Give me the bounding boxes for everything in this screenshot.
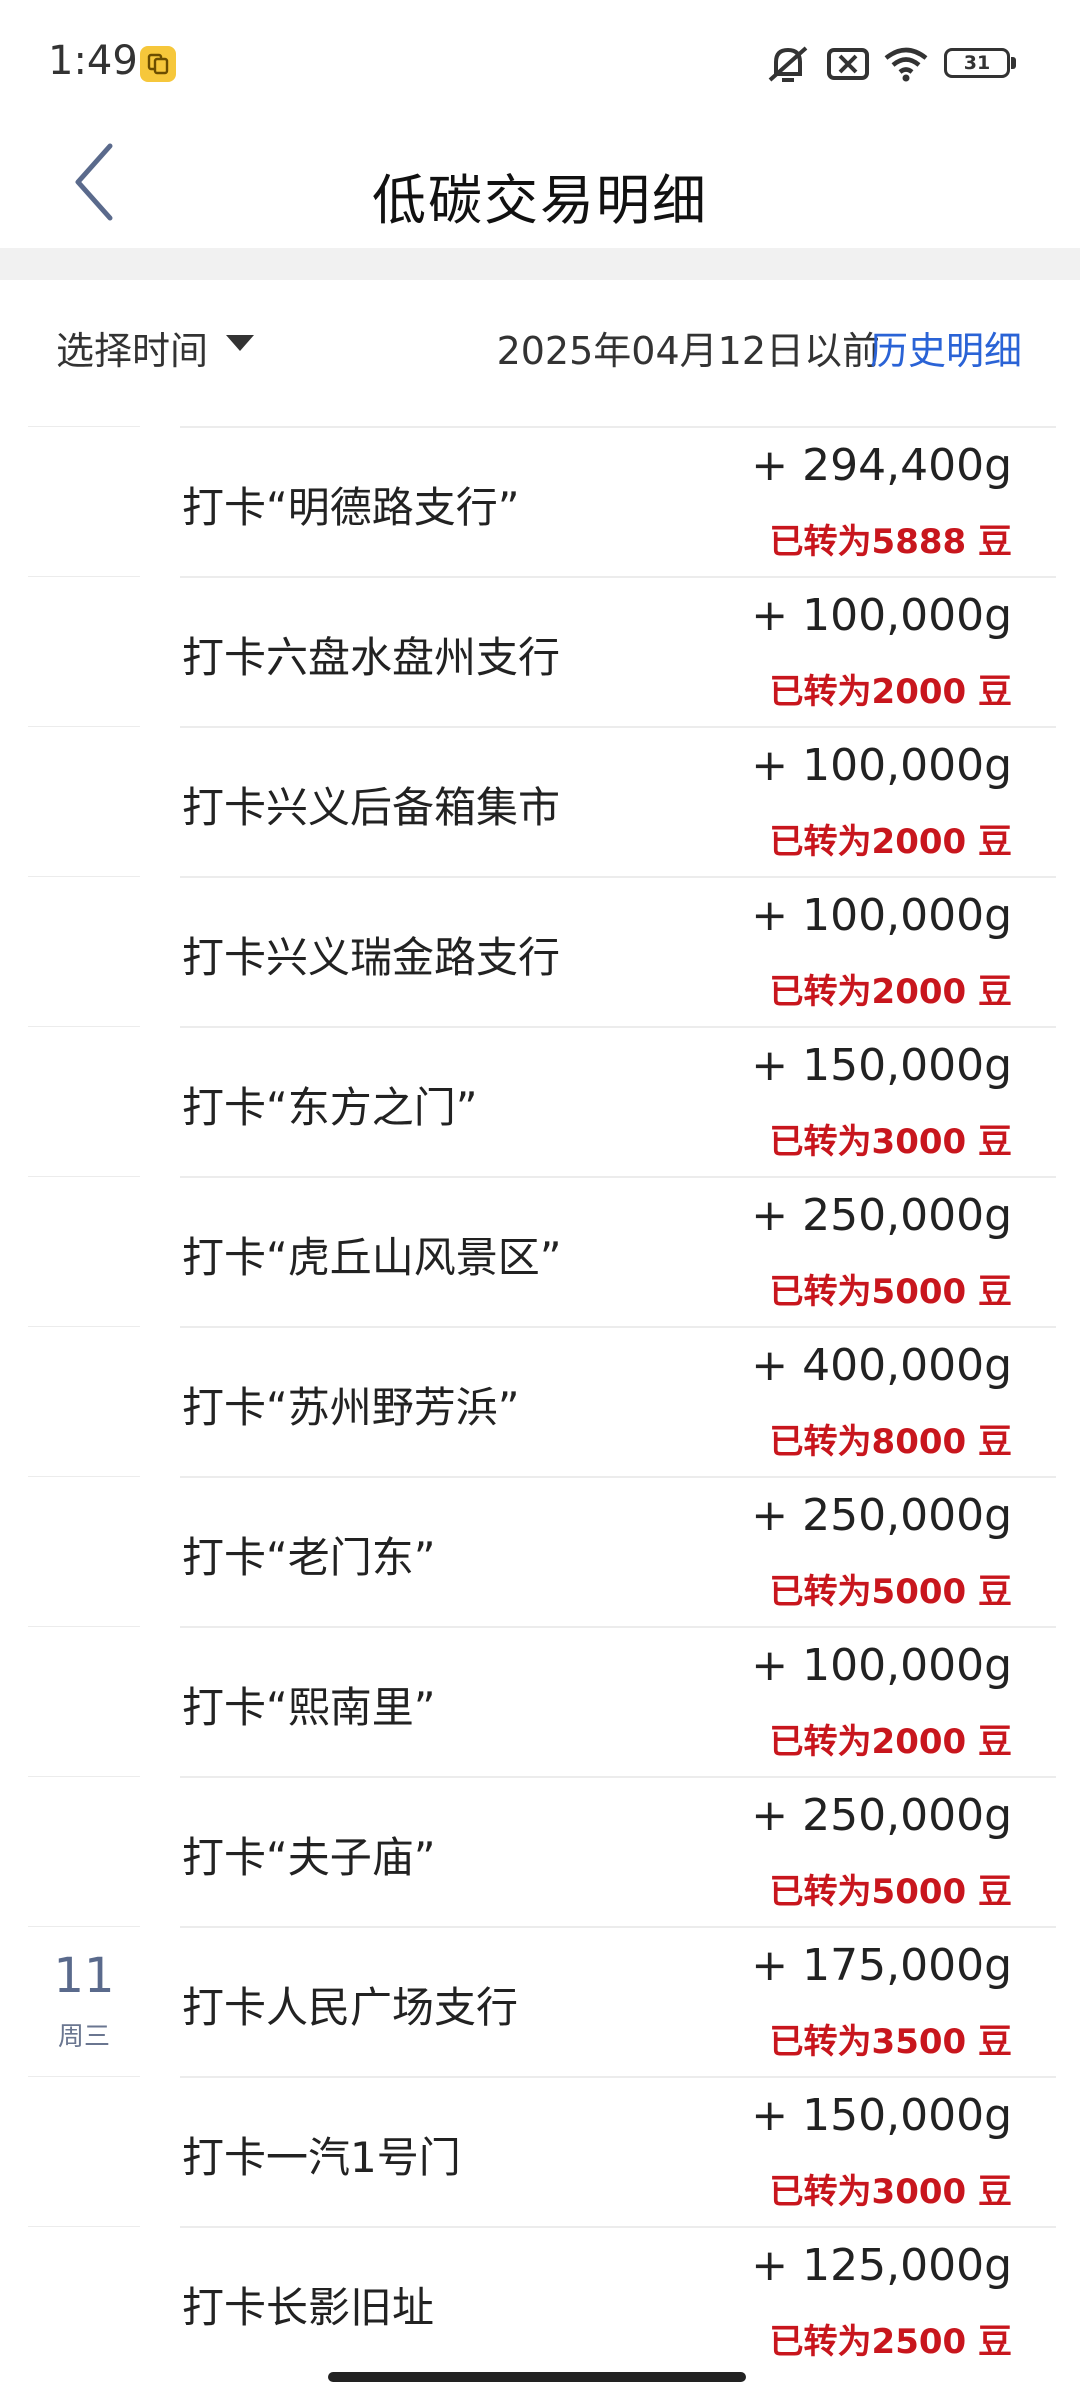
transaction-bean-status: 已转为5000 豆 xyxy=(769,1272,1012,1312)
transaction-bean-status: 已转为3500 豆 xyxy=(769,2022,1012,2062)
transaction-name: 打卡人民广场支行 xyxy=(182,1983,519,2032)
header-divider xyxy=(0,248,1080,280)
row-left-divider xyxy=(28,2076,140,2077)
transaction-name: 打卡一汽1号门 xyxy=(182,2133,461,2182)
row-left-divider xyxy=(28,726,140,727)
row-divider xyxy=(180,1626,1056,1628)
transaction-amount: + 175,000g xyxy=(751,1940,1012,1991)
caret-down-icon[interactable] xyxy=(226,335,254,351)
row-divider xyxy=(180,1776,1056,1778)
wifi-icon xyxy=(884,47,928,82)
transaction-row[interactable]: 打卡长影旧址 + 125,000g 已转为2500 豆 xyxy=(0,2226,1080,2376)
app-header: 低碳交易明细 xyxy=(0,130,1080,248)
mute-icon xyxy=(768,46,808,82)
transaction-row[interactable]: 打卡“夫子庙” + 250,000g 已转为5000 豆 xyxy=(0,1776,1080,1926)
transaction-name: 打卡“夫子庙” xyxy=(182,1833,436,1882)
date-range-text: 2025年04月12日以前 xyxy=(496,329,880,373)
transaction-row[interactable]: 打卡六盘水盘州支行 + 100,000g 已转为2000 豆 xyxy=(0,576,1080,726)
row-divider xyxy=(180,1926,1056,1928)
row-divider xyxy=(180,1176,1056,1178)
row-divider xyxy=(180,426,1056,428)
transaction-bean-status: 已转为5888 豆 xyxy=(769,522,1012,562)
row-left-divider xyxy=(28,576,140,577)
transaction-amount: + 294,400g xyxy=(751,440,1012,491)
row-left-divider xyxy=(28,876,140,877)
transaction-amount: + 250,000g xyxy=(751,1490,1012,1541)
transaction-bean-status: 已转为3000 豆 xyxy=(769,2172,1012,2212)
history-detail-link[interactable]: 历史明细 xyxy=(870,320,1022,375)
row-divider xyxy=(180,1326,1056,1328)
row-left-divider xyxy=(28,1476,140,1477)
battery-tip xyxy=(1011,57,1016,69)
transaction-name: 打卡兴义瑞金路支行 xyxy=(182,933,561,982)
transaction-name: 打卡兴义后备箱集市 xyxy=(182,783,561,832)
battery-icon: 31 xyxy=(944,48,1010,78)
transaction-name: 打卡六盘水盘州支行 xyxy=(182,633,561,682)
home-indicator[interactable] xyxy=(328,2372,746,2382)
transaction-bean-status: 已转为2000 豆 xyxy=(769,1722,1012,1762)
row-divider xyxy=(180,726,1056,728)
transaction-amount: + 250,000g xyxy=(751,1790,1012,1841)
transaction-name: 打卡“苏州野芳浜” xyxy=(182,1383,520,1432)
transaction-amount: + 100,000g xyxy=(751,1640,1012,1691)
row-left-divider xyxy=(28,1026,140,1027)
row-divider xyxy=(180,576,1056,578)
transaction-row[interactable]: 打卡兴义后备箱集市 + 100,000g 已转为2000 豆 xyxy=(0,726,1080,876)
transaction-bean-status: 已转为3000 豆 xyxy=(769,1122,1012,1162)
transaction-amount: + 150,000g xyxy=(751,1040,1012,1091)
transaction-amount: + 125,000g xyxy=(751,2240,1012,2291)
transaction-amount: + 150,000g xyxy=(751,2090,1012,2141)
row-divider xyxy=(180,1476,1056,1478)
transaction-amount: + 250,000g xyxy=(751,1190,1012,1241)
row-left-divider xyxy=(28,1626,140,1627)
no-sim-icon xyxy=(827,48,869,80)
date-day-number: 11 xyxy=(53,1948,115,2004)
transaction-amount: + 400,000g xyxy=(751,1340,1012,1391)
transaction-name: 打卡“虎丘山风景区” xyxy=(182,1233,562,1282)
transaction-bean-status: 已转为5000 豆 xyxy=(769,1572,1012,1612)
status-bar: 1:49 31 xyxy=(0,0,1080,130)
row-left-divider xyxy=(28,2226,140,2227)
transaction-row[interactable]: 打卡“虎丘山风景区” + 250,000g 已转为5000 豆 xyxy=(0,1176,1080,1326)
transaction-bean-status: 已转为2000 豆 xyxy=(769,672,1012,712)
transaction-name: 打卡“东方之门” xyxy=(182,1083,478,1132)
transaction-bean-status: 已转为2000 豆 xyxy=(769,822,1012,862)
transaction-bean-status: 已转为8000 豆 xyxy=(769,1422,1012,1462)
row-divider xyxy=(180,876,1056,878)
row-left-divider xyxy=(28,1926,140,1927)
filter-bar: 选择时间 2025年04月12日以前 历史明细 xyxy=(0,280,1080,420)
row-left-divider xyxy=(28,1326,140,1327)
transaction-row[interactable]: 打卡兴义瑞金路支行 + 100,000g 已转为2000 豆 xyxy=(0,876,1080,1026)
transaction-amount: + 100,000g xyxy=(751,740,1012,791)
transaction-row[interactable]: 打卡“苏州野芳浜” + 400,000g 已转为8000 豆 xyxy=(0,1326,1080,1476)
transaction-list: 打卡“明德路支行” + 294,400g 已转为5888 豆打卡六盘水盘州支行 + 1… xyxy=(0,426,1080,2376)
transaction-row[interactable]: 打卡“明德路支行” + 294,400g 已转为5888 豆 xyxy=(0,426,1080,576)
transaction-name: 打卡“熙南里” xyxy=(182,1683,436,1732)
transaction-name: 打卡长影旧址 xyxy=(182,2283,435,2332)
transaction-row[interactable]: 打卡“熙南里” + 100,000g 已转为2000 豆 xyxy=(0,1626,1080,1776)
transaction-bean-status: 已转为2500 豆 xyxy=(769,2322,1012,2362)
transaction-row[interactable]: 11 周三 打卡人民广场支行 + 175,000g 已转为3500 豆 xyxy=(0,1926,1080,2076)
transaction-row[interactable]: 打卡一汽1号门 + 150,000g 已转为3000 豆 xyxy=(0,2076,1080,2226)
transaction-bean-status: 已转为2000 豆 xyxy=(769,972,1012,1012)
status-time: 1:49 xyxy=(48,38,138,84)
row-divider xyxy=(180,2076,1056,2078)
transaction-row[interactable]: 打卡“老门东” + 250,000g 已转为5000 豆 xyxy=(0,1476,1080,1626)
app-notification-icon xyxy=(140,46,176,82)
date-weekday: 周三 xyxy=(57,2022,110,2052)
transaction-row[interactable]: 打卡“东方之门” + 150,000g 已转为3000 豆 xyxy=(0,1026,1080,1176)
transaction-amount: + 100,000g xyxy=(751,590,1012,641)
transaction-amount: + 100,000g xyxy=(751,890,1012,941)
time-select-button[interactable]: 选择时间 xyxy=(56,320,208,375)
row-left-divider xyxy=(28,426,140,427)
row-left-divider xyxy=(28,1776,140,1777)
page-title: 低碳交易明细 xyxy=(372,169,708,232)
transaction-name: 打卡“老门东” xyxy=(182,1533,436,1582)
row-left-divider xyxy=(28,1176,140,1177)
transaction-bean-status: 已转为5000 豆 xyxy=(769,1872,1012,1912)
row-divider xyxy=(180,2226,1056,2228)
transaction-name: 打卡“明德路支行” xyxy=(182,483,520,532)
row-divider xyxy=(180,1026,1056,1028)
